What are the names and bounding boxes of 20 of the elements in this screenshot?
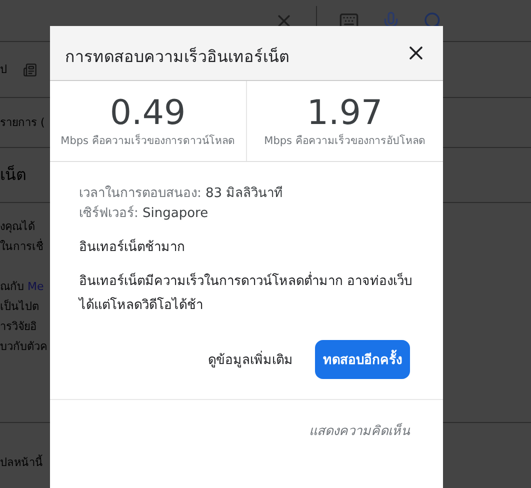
retry-button[interactable]: ทดสอบอีกครั้ง (315, 340, 410, 379)
footer-text: ปลหน้านี้ (0, 455, 43, 471)
speed-value: 1.97 (306, 94, 383, 132)
paragraph-line: เป็นไปต (0, 299, 39, 315)
detail-line: เซิร์ฟเวอร์: Singapore (79, 204, 210, 223)
result-count: รายการ ( (0, 114, 45, 130)
feedback-link[interactable]: แสดงความคิดเห็น (309, 420, 410, 441)
paragraph-line: บวกับตัวค (0, 339, 47, 355)
more-info-button[interactable]: ดูข้อมูลเพิ่มเติม (208, 349, 293, 370)
detail-line: เวลาในการตอบสนอง: 83 มิลลิวินาที (79, 184, 284, 203)
section-heading: เน็ต (0, 167, 26, 183)
verdict-text: อินเทอร์เน็ตช้ามาก (79, 238, 186, 257)
dialog-title: การทดสอบความเร็วอินเทอร์เน็ต (65, 46, 289, 68)
speed-label: Mbps คือความเร็วของการดาวน์โหลด (60, 132, 235, 148)
speed-label: Mbps คือความเร็วของการอัปโหลด (264, 132, 426, 148)
paragraph-line: งคุณได้ (0, 219, 35, 235)
description-text: อินเทอร์เน็ตมีความเร็วในการดาวน์โหลดต่ำมาก อาจท่องเว็บได้แต่โหลดวิดีโอได้ช้า (79, 270, 415, 318)
speed-value: 0.49 (110, 94, 186, 132)
paragraph-line: ารวิจัยอิ (0, 319, 37, 335)
paragraph-line: ในการเชื่ (0, 239, 43, 255)
